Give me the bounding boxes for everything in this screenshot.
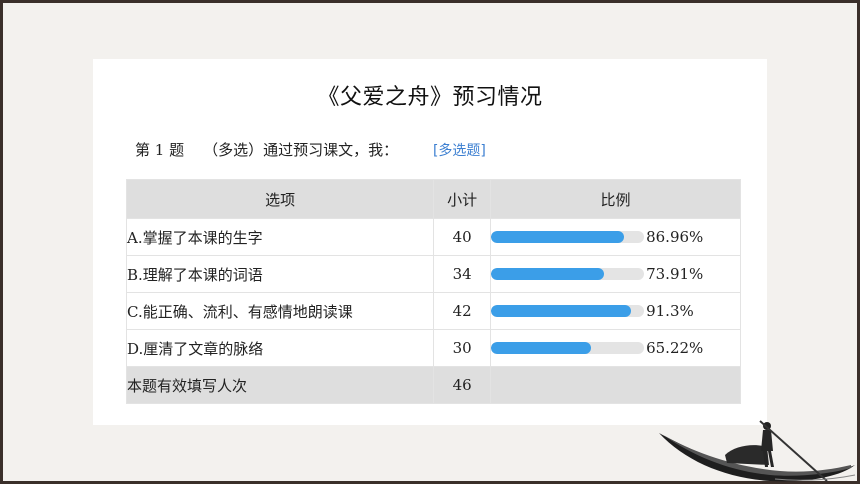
row-ratio: 86.96% [490, 218, 741, 256]
table-row: C.能正确、流利、有感情地朗读课 42 91.3% [125, 292, 741, 330]
boat-illustration [659, 420, 856, 482]
header-ratio: 比例 [490, 179, 741, 219]
table-header-row: 选项 小计 比例 [125, 179, 741, 219]
row-count: 42 [433, 292, 492, 330]
total-label: 本题有效填写人次 [125, 366, 435, 404]
table-row: A.掌握了本课的生字 40 86.96% [125, 218, 741, 256]
progress-bar [491, 342, 645, 354]
table-row: D.厘清了文章的脉络 30 65.22% [125, 329, 741, 367]
results-table: 选项 小计 比例 A.掌握了本课的生字 40 86.96% B.理解了本课的词语… [125, 179, 741, 404]
progress-bar-fill [491, 231, 625, 243]
progress-bar [491, 231, 645, 243]
total-row: 本题有效填写人次 46 [125, 366, 741, 404]
row-option: C.能正确、流利、有感情地朗读课 [125, 292, 435, 330]
table-row: B.理解了本课的词语 34 73.91% [125, 255, 741, 293]
boat-icon [659, 420, 856, 482]
progress-bar-fill [491, 305, 631, 317]
row-percent: 86.96% [646, 228, 704, 246]
progress-bar-fill [491, 268, 605, 280]
row-count: 34 [433, 255, 492, 293]
row-percent: 91.3% [646, 302, 694, 320]
row-ratio: 73.91% [490, 255, 741, 293]
row-percent: 73.91% [646, 265, 704, 283]
question-number: 第 1 题 [135, 141, 185, 159]
total-ratio-empty [490, 366, 741, 404]
total-count: 46 [433, 366, 492, 404]
question-type-label: [多选题] [432, 143, 486, 159]
row-count: 30 [433, 329, 492, 367]
row-count: 40 [433, 218, 492, 256]
progress-bar-fill [491, 342, 591, 354]
row-ratio: 65.22% [490, 329, 741, 367]
question-text: （多选）通过预习课文，我： [203, 141, 399, 159]
row-ratio: 91.3% [490, 292, 741, 330]
header-option: 选项 [125, 179, 435, 219]
progress-bar [491, 268, 645, 280]
survey-card: 《父爱之舟》预习情况 第 1 题 （多选）通过预习课文，我： [多选题] 选项 … [93, 59, 767, 425]
question-line: 第 1 题 （多选）通过预习课文，我： [多选题] [135, 139, 486, 160]
progress-bar [491, 305, 645, 317]
page-title: 《父爱之舟》预习情况 [317, 85, 543, 110]
row-option: D.厘清了文章的脉络 [125, 329, 435, 367]
row-option: A.掌握了本课的生字 [125, 218, 435, 256]
row-option: B.理解了本课的词语 [125, 255, 435, 293]
header-count: 小计 [433, 179, 492, 219]
row-percent: 65.22% [646, 339, 704, 357]
